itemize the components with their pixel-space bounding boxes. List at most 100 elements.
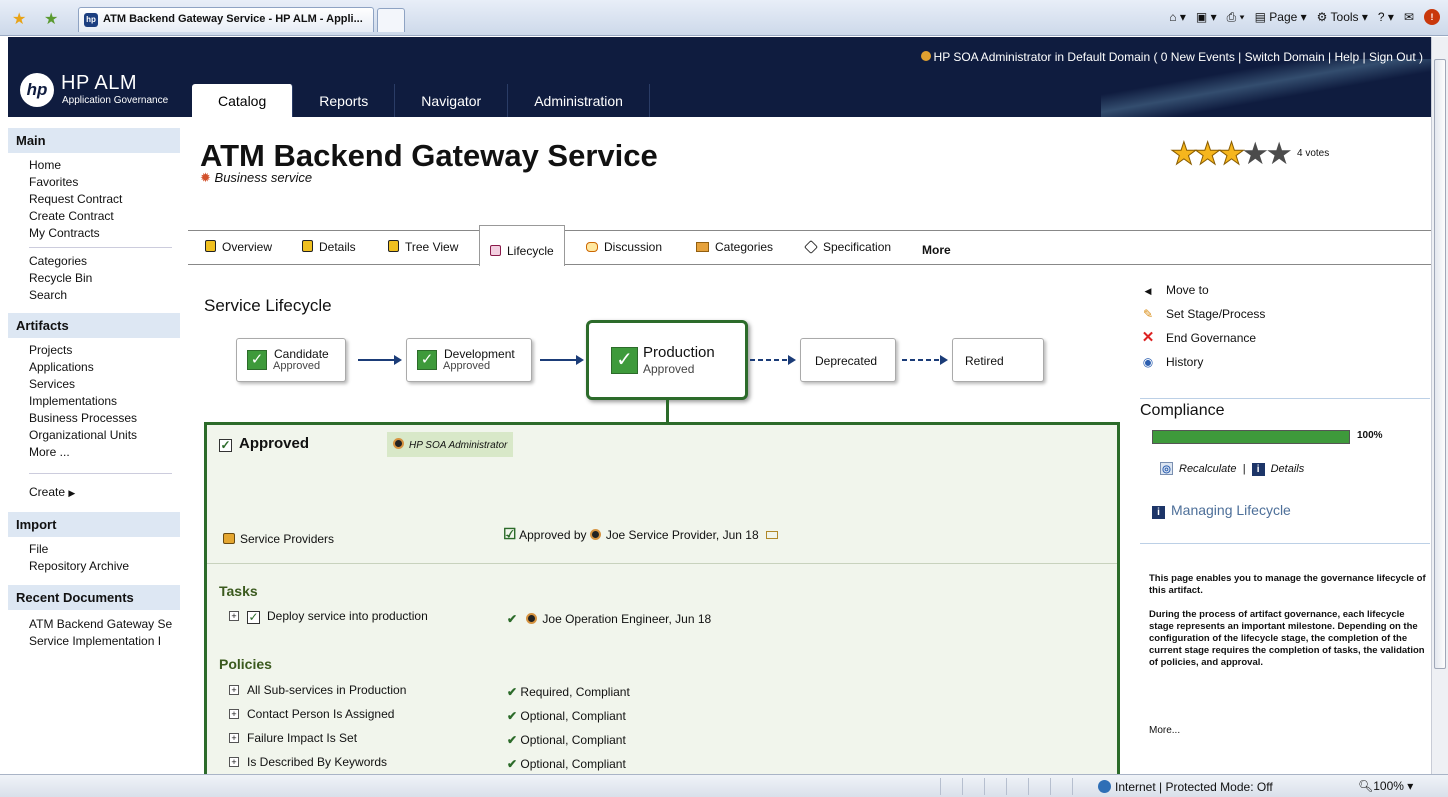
stage-arrow-dashed	[750, 355, 796, 365]
policy-row: + Is Described By Keywords	[229, 755, 387, 769]
user-name: HP SOA Administrator	[933, 50, 1052, 64]
recent-document-item[interactable]: Service Implementation I	[8, 633, 180, 650]
set-stage-action[interactable]: ✎ Set Stage/Process	[1140, 302, 1431, 326]
recent-document-item[interactable]: ATM Backend Gateway Se	[8, 616, 180, 633]
policy-status: ✔ Optional, Compliant	[507, 733, 626, 747]
checkbox-icon: ✓	[219, 438, 232, 452]
tab-discussion[interactable]: Discussion	[586, 240, 662, 254]
star-icon[interactable]: ★	[1241, 138, 1269, 169]
sidebar-item-request-contract[interactable]: Request Contract	[8, 191, 180, 208]
sidebar-item-create-contract[interactable]: Create Contract	[8, 208, 180, 225]
stage-deprecated[interactable]: Deprecated	[800, 338, 896, 382]
recalculate-link[interactable]: ◎ Recalculate	[1160, 462, 1236, 475]
sidebar-item-organizational-units[interactable]: Organizational Units	[8, 427, 180, 444]
feeds-icon[interactable]: ▣ ▾	[1196, 10, 1217, 24]
star-icon[interactable]: ★	[1170, 138, 1199, 170]
tab-overview[interactable]: Overview	[205, 240, 272, 254]
stage-candidate[interactable]: ✓ Candidate Approved	[236, 338, 346, 382]
expand-icon[interactable]: +	[229, 733, 239, 743]
home-icon[interactable]: ⌂ ▾	[1169, 10, 1186, 24]
sidebar-item-applications[interactable]: Applications	[8, 359, 180, 376]
rating[interactable]: ★ ★ ★ ★ ★ 4 votes	[1170, 138, 1330, 170]
end-governance-action[interactable]: ✕ End Governance	[1140, 326, 1431, 350]
help-link[interactable]: Help	[1334, 50, 1359, 64]
add-favorites-icon[interactable]: ★	[44, 9, 58, 29]
tab-tree-view[interactable]: Tree View	[388, 240, 458, 254]
vertical-scrollbar[interactable]	[1431, 37, 1448, 774]
details-link[interactable]: i Details	[1251, 463, 1304, 476]
stage-development[interactable]: ✓ Development Approved	[406, 338, 532, 382]
sidebar-item-projects[interactable]: Projects	[8, 342, 180, 359]
divider	[1140, 398, 1430, 399]
task-checkbox[interactable]: ✓	[247, 611, 260, 624]
expand-icon[interactable]: +	[229, 757, 239, 767]
domain-link[interactable]: Default Domain	[1067, 50, 1150, 64]
events-link[interactable]: 0 New Events	[1161, 50, 1235, 64]
tab-navigator[interactable]: Navigator	[395, 84, 509, 117]
sidebar-item-business-processes[interactable]: Business Processes	[8, 410, 180, 427]
sidebar-item-more[interactable]: More ...	[8, 444, 180, 461]
stop-icon[interactable]: !	[1424, 9, 1440, 25]
status-bar: Internet | Protected Mode: Off 🔍︎100% ▾	[0, 774, 1448, 797]
research-icon[interactable]: ✉	[1404, 10, 1414, 24]
sidebar-item-file[interactable]: File	[8, 541, 180, 558]
star-icon[interactable]: ★	[1217, 138, 1246, 170]
tab-lifecycle[interactable]: Lifecycle	[479, 225, 565, 266]
move-to-action[interactable]: ◀ Move to	[1140, 278, 1431, 302]
favorites-star-icon[interactable]: ★	[12, 9, 26, 29]
sidebar-item-create[interactable]: Create ▶	[8, 484, 180, 502]
history-action[interactable]: ◉ History	[1140, 350, 1431, 374]
star-icon[interactable]: ★	[1265, 138, 1293, 169]
browser-tab[interactable]: hp ATM Backend Gateway Service - HP ALM …	[78, 7, 374, 32]
sidebar-item-categories[interactable]: Categories	[8, 253, 180, 270]
tab-reports[interactable]: Reports	[293, 84, 396, 117]
sidebar-main-title: Main	[8, 128, 180, 153]
sign-out-link[interactable]: Sign Out	[1369, 50, 1416, 64]
history-icon: ◉	[1142, 355, 1154, 369]
comment-icon[interactable]	[765, 531, 778, 539]
approved-by: ☑ Approved by Joe Service Provider, Jun …	[503, 525, 778, 543]
sidebar-item-implementations[interactable]: Implementations	[8, 393, 180, 410]
expand-icon[interactable]: +	[229, 709, 239, 719]
expand-icon[interactable]: +	[229, 611, 239, 621]
gear-icon: ✹	[200, 170, 211, 185]
more-link[interactable]: More...	[1149, 725, 1180, 736]
tab-more[interactable]: More	[922, 243, 951, 257]
tab-specification[interactable]: Specification	[803, 239, 891, 255]
print-icon[interactable]: ⎙ ▾	[1227, 10, 1245, 25]
sidebar-item-services[interactable]: Services	[8, 376, 180, 393]
star-icon[interactable]: ★	[1193, 138, 1222, 170]
new-tab-button[interactable]	[377, 8, 405, 32]
tab-administration[interactable]: Administration	[508, 84, 650, 117]
hp-logo: hp	[20, 73, 54, 107]
sidebar-import-title: Import	[8, 512, 180, 537]
page-menu[interactable]: ▤ Page ▾	[1255, 10, 1307, 24]
help-icon[interactable]: ? ▾	[1378, 10, 1394, 24]
tab-catalog[interactable]: Catalog	[192, 84, 294, 117]
help-text: This page enables you to manage the gove…	[1149, 573, 1426, 668]
sidebar-artifacts-title: Artifacts	[8, 313, 180, 338]
sidebar-item-repository-archive[interactable]: Repository Archive	[8, 558, 180, 575]
switch-domain-link[interactable]: Switch Domain	[1245, 50, 1325, 64]
security-zone[interactable]: Internet | Protected Mode: Off	[1098, 780, 1273, 794]
managing-lifecycle-link[interactable]: i Managing Lifecycle	[1152, 502, 1291, 519]
expand-icon[interactable]: +	[229, 685, 239, 695]
sidebar-item-home[interactable]: Home	[8, 157, 180, 174]
stage-production[interactable]: ✓ Production Approved	[586, 320, 748, 400]
back-arrow-icon: ◀	[1144, 286, 1152, 296]
sidebar-item-search[interactable]: Search	[8, 287, 180, 304]
tab-categories[interactable]: Categories	[696, 240, 773, 254]
sidebar-item-favorites[interactable]: Favorites	[8, 174, 180, 191]
checkmark-icon: ✔	[507, 733, 518, 747]
scrollbar-thumb[interactable]	[1434, 59, 1446, 669]
sidebar-item-my-contracts[interactable]: My Contracts	[8, 225, 180, 242]
stage-retired[interactable]: Retired	[952, 338, 1044, 382]
approver-badge[interactable]: HP SOA Administrator	[387, 432, 514, 457]
page-title: ATM Backend Gateway Service	[200, 138, 658, 173]
sidebar-recent-title: Recent Documents	[8, 585, 180, 610]
sidebar-item-recycle-bin[interactable]: Recycle Bin	[8, 270, 180, 287]
tab-details[interactable]: Details	[302, 240, 356, 254]
discussion-icon	[586, 242, 598, 252]
zoom-level[interactable]: 🔍︎100% ▾	[1358, 779, 1413, 793]
tools-menu[interactable]: ⚙ Tools ▾	[1317, 10, 1368, 24]
